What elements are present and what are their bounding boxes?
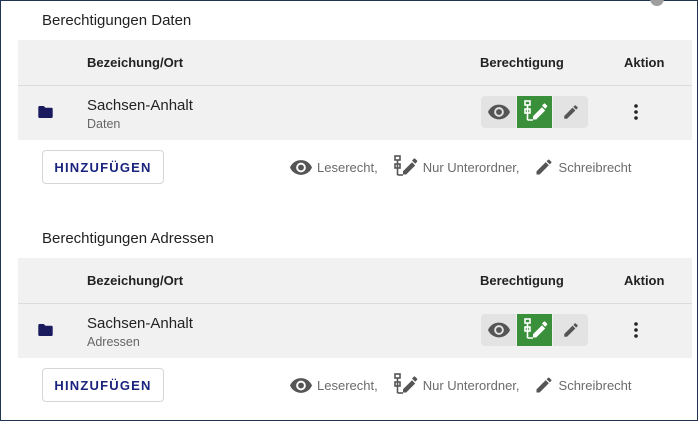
more-vert-icon[interactable] [632,103,640,121]
column-header-permission[interactable]: Berechtigung [480,55,564,70]
more-vert-icon[interactable] [632,321,640,339]
add-button[interactable]: HINZUFÜGEN [42,368,164,402]
legend-subfolders-label: Nur Unterordner, [422,159,520,175]
subfolder-edit-icon [523,318,547,339]
column-header-name[interactable]: Bezeichung/Ort [87,55,183,70]
legend-read-label: Leserecht, [317,377,378,393]
subfolder-permission-button[interactable] [517,96,552,128]
row-subtitle: Adressen [87,335,140,349]
legend-read: Leserecht, [290,160,378,175]
column-header-action: Aktion [624,55,665,70]
legend-subfolders: Nur Unterordner, [392,155,520,179]
legend-write: Schreibrecht [534,375,632,395]
column-header-action: Aktion [624,273,665,288]
column-header-permission[interactable]: Berechtigung [480,273,564,288]
subfolder-edit-icon [393,155,418,176]
pencil-icon [563,105,578,119]
pencil-icon [536,159,552,175]
row-title: Sachsen-Anhalt [87,97,193,114]
eye-icon [487,104,510,120]
add-button[interactable]: HINZUFÜGEN [42,150,164,184]
folder-icon [38,324,53,336]
subfolder-edit-icon [523,100,547,121]
table-row[interactable]: Sachsen-Anhalt Adressen [18,304,692,358]
permission-toggle-group [481,96,588,128]
legend-write-label: Schreibrecht [558,159,632,175]
folder-icon [38,106,53,118]
pencil-icon [563,323,578,337]
permission-legend: Leserecht, Nur Unterordner, Schreibrecht [290,155,632,179]
pencil-icon [536,377,552,393]
table-header: Bezeichung/Ort Berechtigung Aktion [18,258,692,304]
legend-read: Leserecht, [290,378,378,393]
table-row[interactable]: Sachsen-Anhalt Daten [18,86,692,140]
section-title: Berechtigungen Daten [42,12,192,29]
read-permission-button[interactable] [481,314,516,346]
eye-icon [290,159,312,175]
table-header: Bezeichung/Ort Berechtigung Aktion [18,40,692,86]
row-subtitle: Daten [87,117,121,131]
column-header-name[interactable]: Bezeichung/Ort [87,273,183,288]
permission-toggle-group [481,314,588,346]
permission-legend: Leserecht, Nur Unterordner, Schreibrecht [290,373,632,397]
write-permission-button[interactable] [553,314,588,346]
write-permission-button[interactable] [553,96,588,128]
read-permission-button[interactable] [481,96,516,128]
subfolder-edit-icon [393,373,418,394]
section-title: Berechtigungen Adressen [42,230,214,247]
legend-subfolders-label: Nur Unterordner, [422,377,520,393]
legend-read-label: Leserecht, [317,159,378,175]
legend-write: Schreibrecht [534,157,632,177]
eye-icon [487,322,510,338]
legend-write-label: Schreibrecht [558,377,632,393]
row-title: Sachsen-Anhalt [87,315,193,332]
legend-subfolders: Nur Unterordner, [392,373,520,397]
subfolder-permission-button[interactable] [517,314,552,346]
eye-icon [290,377,312,393]
